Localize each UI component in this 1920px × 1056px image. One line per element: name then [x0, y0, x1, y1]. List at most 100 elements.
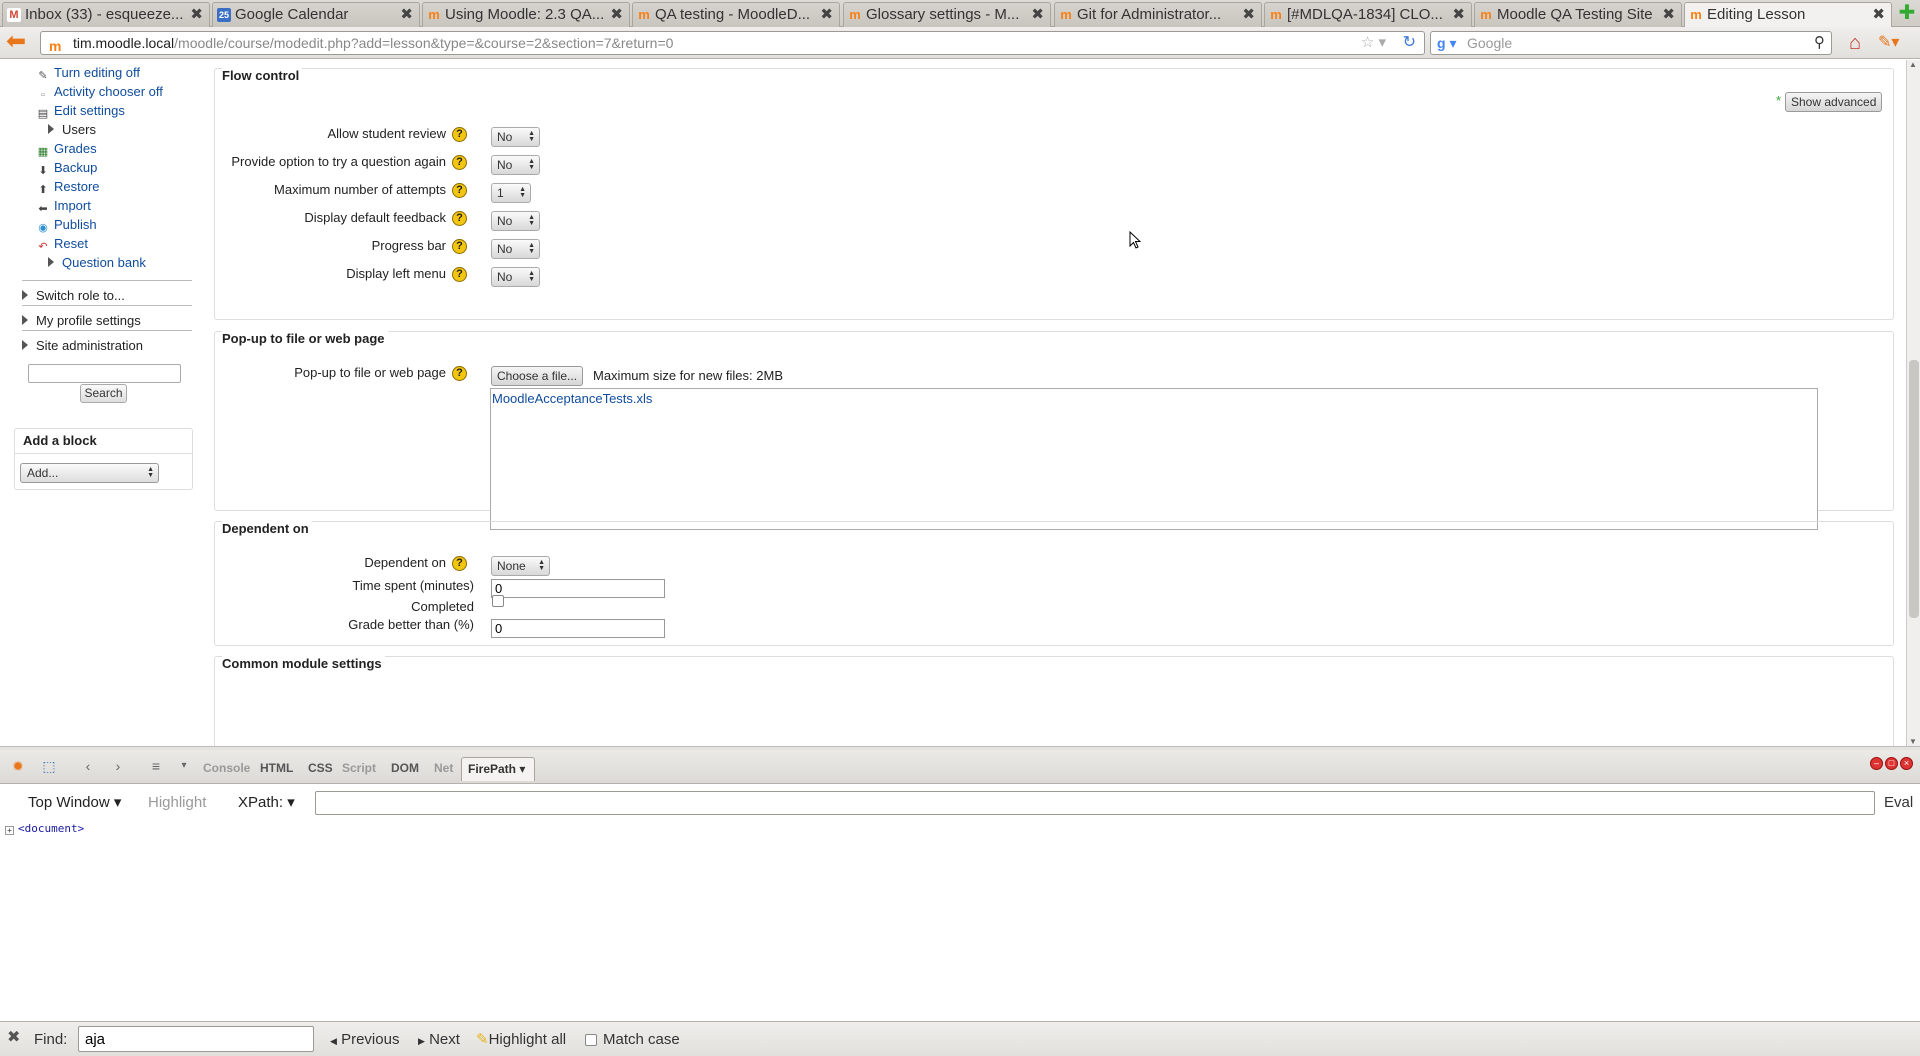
sidebar-section[interactable]: Site administration: [22, 336, 143, 355]
search-icon[interactable]: ⚲: [1814, 32, 1825, 54]
sidebar-section[interactable]: My profile settings: [22, 311, 141, 330]
list-menu-icon[interactable]: ≡: [146, 756, 166, 776]
firebug-logo-icon[interactable]: ✹: [8, 756, 28, 776]
sidebar-item[interactable]: ▦ Grades: [36, 139, 97, 158]
match-case-checkbox[interactable]: [585, 1034, 597, 1046]
sidebar-item-label[interactable]: Backup: [54, 160, 97, 175]
show-advanced-button[interactable]: Show advanced: [1785, 92, 1883, 112]
tab-console[interactable]: Console: [203, 761, 250, 775]
tab-net[interactable]: Net: [434, 761, 453, 775]
scroll-up-icon[interactable]: ▲: [1909, 60, 1917, 69]
close-tab-icon[interactable]: ✖: [1031, 3, 1044, 26]
close-tab-icon[interactable]: ✖: [820, 3, 833, 26]
find-next-button[interactable]: ▶ Next: [418, 1031, 460, 1050]
sidebar-item-label[interactable]: Import: [54, 198, 91, 213]
completed-checkbox[interactable]: [492, 595, 504, 607]
sidebar-item-label[interactable]: Publish: [54, 217, 97, 232]
highlight-button[interactable]: Highlight: [148, 794, 206, 812]
tab-script[interactable]: Script: [342, 761, 376, 775]
browser-tab[interactable]: 25 Google Calendar ✖: [212, 2, 420, 27]
time-spent-input[interactable]: [491, 579, 665, 598]
tab-dom[interactable]: DOM: [391, 761, 419, 775]
sidebar-section[interactable]: Switch role to...: [22, 286, 125, 305]
tab-html[interactable]: HTML: [260, 761, 293, 775]
sidebar-item-label[interactable]: Activity chooser off: [54, 84, 163, 99]
addon-menu-icon[interactable]: ✎▾: [1878, 31, 1914, 55]
sidebar-item[interactable]: Users: [36, 120, 96, 139]
popup-help-icon[interactable]: ?: [452, 366, 467, 381]
match-case-toggle[interactable]: Match case: [585, 1031, 680, 1049]
scroll-down-icon[interactable]: ▼: [1909, 737, 1917, 746]
browser-tab[interactable]: m Glossary settings - M... ✖: [843, 2, 1051, 27]
browser-tab[interactable]: m Editing Lesson ✖: [1684, 2, 1892, 28]
sidebar-item[interactable]: Question bank: [36, 253, 146, 272]
sidebar-item[interactable]: ✎ Turn editing off: [36, 63, 140, 82]
sidebar-item-label[interactable]: Question bank: [62, 255, 146, 270]
choose-file-button[interactable]: Choose a file...: [491, 366, 584, 386]
browser-tab[interactable]: m QA testing - MoodleD... ✖: [632, 2, 840, 27]
close-find-icon[interactable]: ✖: [7, 1029, 20, 1047]
detach-panel-icon[interactable]: □: [1885, 757, 1898, 770]
expand-triangle-icon[interactable]: [48, 124, 54, 134]
find-input[interactable]: [78, 1026, 314, 1052]
close-tab-icon[interactable]: ✖: [1872, 3, 1885, 26]
back-arrow-icon[interactable]: ⬅: [6, 30, 32, 56]
add-block-select[interactable]: Add... ▲ ▼: [20, 463, 159, 483]
find-previous-button[interactable]: ◀ Previous: [330, 1031, 399, 1050]
expand-icon[interactable]: +: [5, 826, 14, 835]
expand-triangle-icon[interactable]: [22, 315, 28, 325]
scrollbar-thumb[interactable]: [1909, 360, 1919, 618]
page-scrollbar[interactable]: ▲ ▼: [1906, 60, 1920, 746]
sidebar-item[interactable]: ⬅ Import: [36, 196, 91, 215]
reload-icon[interactable]: ↻: [1403, 32, 1416, 54]
highlight-all-button[interactable]: ✎Highlight all: [476, 1031, 566, 1049]
xpath-select[interactable]: XPath: ▾: [238, 794, 295, 812]
eval-button[interactable]: Eval: [1884, 794, 1913, 812]
close-tab-icon[interactable]: ✖: [1452, 3, 1465, 26]
help-icon[interactable]: ?: [452, 127, 467, 142]
tab-firepath[interactable]: FirePath ▾: [461, 757, 535, 781]
close-tab-icon[interactable]: ✖: [1242, 3, 1255, 26]
close-tab-icon[interactable]: ✖: [190, 3, 203, 26]
sidebar-item[interactable]: ▤ Edit settings: [36, 101, 125, 120]
uploaded-file-link[interactable]: MoodleAcceptanceTests.xls: [492, 391, 652, 406]
document-tree-node[interactable]: + <document>: [5, 822, 84, 835]
help-icon[interactable]: ?: [452, 239, 467, 254]
bookmark-star-icon[interactable]: ☆ ▾: [1361, 32, 1386, 54]
flow-field-select[interactable]: No ▲ ▼: [491, 239, 540, 259]
sidebar-item-label[interactable]: Restore: [54, 179, 100, 194]
flow-field-select[interactable]: No ▲ ▼: [491, 211, 540, 231]
expand-triangle-icon[interactable]: [22, 340, 28, 350]
inspect-element-icon[interactable]: ⬚: [39, 756, 59, 776]
browser-tab[interactable]: m [#MDLQA-1834] CLO... ✖: [1264, 2, 1472, 27]
home-icon[interactable]: ⌂: [1842, 31, 1868, 55]
top-window-select[interactable]: Top Window ▾: [28, 794, 121, 812]
xpath-input[interactable]: [315, 791, 1875, 815]
close-tab-icon[interactable]: ✖: [1662, 3, 1675, 26]
tab-css[interactable]: CSS: [308, 761, 333, 775]
dropdown-chevron-icon[interactable]: ▾: [174, 756, 194, 776]
flow-field-select[interactable]: No ▲ ▼: [491, 127, 540, 147]
url-bar[interactable]: m tim.moodle.local/moodle/course/modedit…: [40, 31, 1425, 55]
close-tab-icon[interactable]: ✖: [400, 3, 413, 26]
google-icon[interactable]: g ▾: [1437, 32, 1456, 54]
sidebar-item-label[interactable]: Turn editing off: [54, 65, 140, 80]
flow-field-select[interactable]: No ▲ ▼: [491, 155, 540, 175]
minimize-panel-icon[interactable]: –: [1870, 757, 1883, 770]
sidebar-search-input[interactable]: [28, 364, 181, 383]
sidebar-item[interactable]: ↶ Reset: [36, 234, 88, 253]
help-icon[interactable]: ?: [452, 183, 467, 198]
flow-field-select[interactable]: No ▲ ▼: [491, 267, 540, 287]
new-tab-plus-icon[interactable]: ✚: [1896, 2, 1918, 24]
help-icon[interactable]: ?: [452, 267, 467, 282]
grade-better-input[interactable]: [491, 619, 665, 638]
sidebar-item-label[interactable]: Reset: [54, 236, 88, 251]
sidebar-item[interactable]: ⬇ Backup: [36, 158, 97, 177]
sidebar-item[interactable]: ▫ Activity chooser off: [36, 82, 163, 101]
sidebar-search-button[interactable]: Search: [80, 384, 127, 403]
file-manager-area[interactable]: MoodleAcceptanceTests.xls: [490, 388, 1818, 530]
expand-triangle-icon[interactable]: [48, 257, 54, 267]
nav-back-icon[interactable]: ‹: [78, 756, 98, 776]
browser-tab[interactable]: m Using Moodle: 2.3 QA... ✖: [422, 2, 630, 27]
sidebar-item-label[interactable]: Edit settings: [54, 103, 125, 118]
